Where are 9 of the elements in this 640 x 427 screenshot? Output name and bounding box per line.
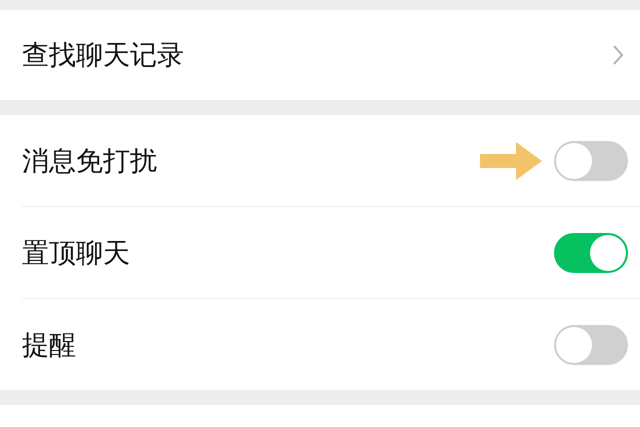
chat-history-row[interactable]: 查找聊天记录 — [0, 10, 640, 100]
chevron-icon — [612, 44, 624, 66]
row-label: 提醒 — [22, 328, 76, 362]
row-label: 置顶聊天 — [22, 236, 130, 270]
row-label: 查找聊天记录 — [22, 39, 184, 73]
toggle-switch[interactable] — [554, 232, 628, 272]
row-label: 消息免打扰 — [22, 144, 157, 178]
toggle-switch[interactable] — [554, 324, 628, 364]
toggle-switch[interactable] — [554, 140, 628, 180]
